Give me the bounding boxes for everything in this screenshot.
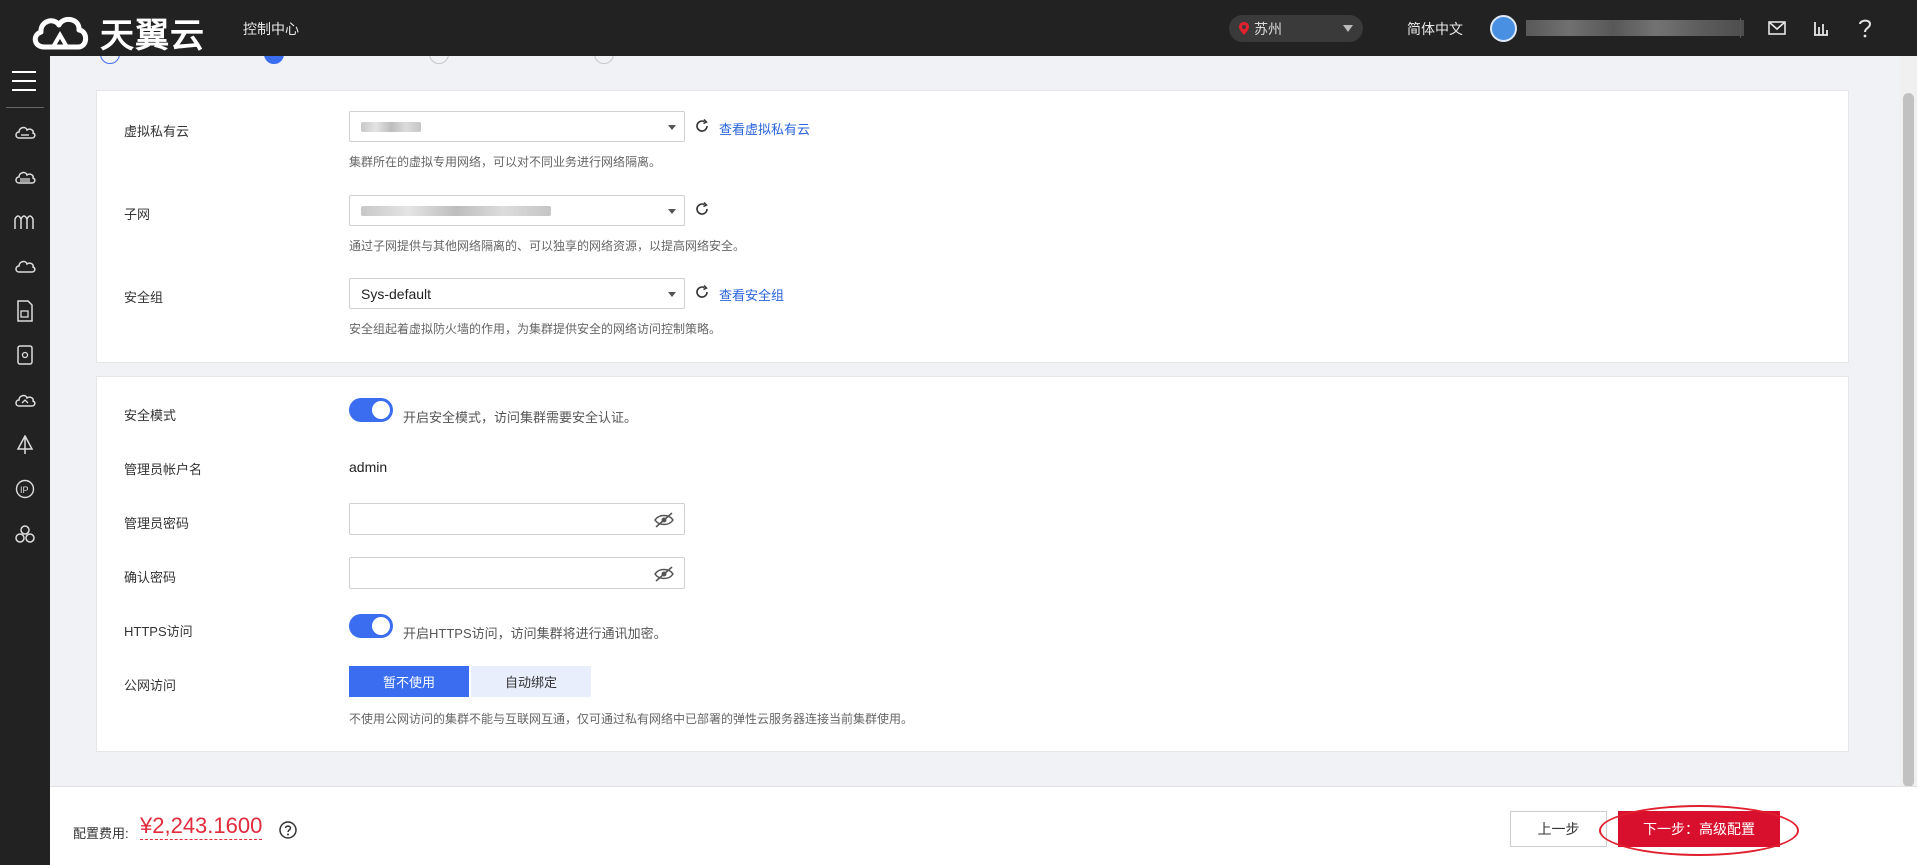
- public-access-label: 公网访问: [124, 678, 177, 693]
- config-fee-value[interactable]: ¥2,243.1600: [140, 813, 263, 840]
- main-content: 虚拟私有云 查看虚拟私有云 集群所在的虚拟专用网络，可以对不同业务进行网络隔离。…: [50, 56, 1900, 786]
- highlight-annotation: [1599, 805, 1799, 856]
- chevron-down-icon: [668, 125, 676, 130]
- vpc-label: 虚拟私有云: [124, 124, 190, 139]
- step-2-indicator: [264, 56, 284, 64]
- help-question-icon[interactable]: [1854, 17, 1876, 39]
- divider: [1740, 18, 1741, 38]
- previous-step-button[interactable]: 上一步: [1510, 811, 1607, 847]
- confirm-password-input[interactable]: [349, 557, 685, 589]
- https-access-label: HTTPS访问: [124, 624, 193, 639]
- cloud-logo-icon: [32, 16, 89, 49]
- hamburger-menu-icon[interactable]: [12, 71, 36, 91]
- refresh-icon[interactable]: [695, 119, 709, 133]
- cloud-icon[interactable]: [13, 254, 37, 278]
- confirm-password-label: 确认密码: [124, 570, 177, 585]
- refresh-icon[interactable]: [695, 202, 709, 216]
- mail-icon[interactable]: [1766, 17, 1788, 39]
- admin-account-label: 管理员帐户名: [124, 462, 203, 477]
- bar-chart-icon[interactable]: [1810, 17, 1832, 39]
- eye-hidden-icon[interactable]: [654, 566, 674, 582]
- help-circle-icon[interactable]: [279, 821, 297, 839]
- view-security-group-link[interactable]: 查看安全组: [719, 285, 784, 304]
- security-group-value: Sys-default: [361, 285, 432, 302]
- security-mode-toggle[interactable]: [349, 398, 393, 422]
- console-link[interactable]: 控制中心: [243, 19, 299, 39]
- security-mode-text: 开启安全模式，访问集群需要安全认证。: [403, 410, 638, 425]
- network-bridge-icon[interactable]: [13, 210, 37, 234]
- chevron-down-icon: [668, 209, 676, 214]
- security-group-label: 安全组: [124, 290, 164, 305]
- security-config-card: 安全模式 开启安全模式，访问集群需要安全认证。 管理员帐户名 admin 管理员…: [96, 376, 1849, 752]
- cloud-server-icon[interactable]: [13, 120, 37, 144]
- admin-password-input[interactable]: [349, 503, 685, 535]
- network-config-card: 虚拟私有云 查看虚拟私有云 集群所在的虚拟专用网络，可以对不同业务进行网络隔离。…: [96, 90, 1849, 363]
- sidebar-separator: [6, 107, 44, 108]
- username-redacted[interactable]: [1526, 20, 1744, 36]
- database-icon[interactable]: [13, 343, 37, 367]
- security-group-select[interactable]: Sys-default: [349, 278, 685, 309]
- svg-text:IP: IP: [20, 485, 29, 495]
- security-group-hint: 安全组起着虚拟防火墙的作用，为集群提供安全的网络访问控制策略。: [349, 322, 722, 336]
- cloud-monitor-icon[interactable]: [13, 388, 37, 412]
- public-access-hint: 不使用公网访问的集群不能与互联网互通，仅可通过私有网络中已部署的弹性云服务器连接…: [349, 712, 914, 726]
- subnet-hint: 通过子网提供与其他网络隔离的、可以独享的网络资源，以提高网络安全。: [349, 239, 746, 253]
- top-navigation-bar: 天翼云 控制中心 苏州 简体中文: [0, 0, 1917, 56]
- subnet-select[interactable]: [349, 195, 685, 226]
- brand-logo[interactable]: 天翼云: [30, 8, 205, 57]
- vpc-value-redacted: [361, 121, 421, 132]
- view-vpc-link[interactable]: 查看虚拟私有云: [719, 119, 810, 138]
- sail-icon[interactable]: [13, 433, 37, 457]
- step-indicator: [50, 56, 1900, 64]
- subnet-value-redacted: [361, 205, 551, 216]
- region-selector[interactable]: 苏州: [1229, 15, 1363, 42]
- chevron-down-icon: [1343, 25, 1353, 32]
- https-access-toggle[interactable]: [349, 614, 393, 638]
- refresh-icon[interactable]: [695, 285, 709, 299]
- admin-account-value: admin: [349, 459, 388, 475]
- chevron-down-icon: [668, 292, 676, 297]
- step-3-indicator: [429, 56, 449, 64]
- language-selector[interactable]: 简体中文: [1407, 19, 1463, 39]
- https-access-text: 开启HTTPS访问，访问集群将进行通讯加密。: [403, 626, 667, 641]
- step-1-indicator: [100, 56, 120, 64]
- eye-hidden-icon[interactable]: [654, 512, 674, 528]
- user-avatar[interactable]: [1490, 15, 1517, 42]
- location-pin-icon: [1239, 22, 1249, 35]
- left-sidebar: IP: [0, 56, 50, 865]
- ip-address-icon[interactable]: IP: [13, 477, 37, 501]
- cluster-icon[interactable]: [13, 522, 37, 546]
- step-4-indicator: [594, 56, 614, 64]
- vpc-hint: 集群所在的虚拟专用网络，可以对不同业务进行网络隔离。: [349, 155, 662, 169]
- subnet-label: 子网: [124, 207, 151, 222]
- vpc-select[interactable]: [349, 111, 685, 142]
- document-icon[interactable]: [13, 299, 37, 323]
- bottom-action-bar: 配置费用: ¥2,243.1600 上一步 下一步：高级配置: [50, 786, 1917, 865]
- brand-name: 天翼云: [100, 16, 205, 56]
- config-fee-label: 配置费用:: [73, 826, 129, 841]
- cloud-storage-icon[interactable]: [13, 165, 37, 189]
- public-access-segmented-control: 暂不使用 自动绑定: [349, 666, 594, 697]
- public-access-option-auto-bind[interactable]: 自动绑定: [471, 666, 591, 697]
- public-access-option-disabled[interactable]: 暂不使用: [349, 666, 469, 697]
- region-value: 苏州: [1254, 20, 1282, 37]
- admin-password-label: 管理员密码: [124, 516, 190, 531]
- security-mode-label: 安全模式: [124, 408, 177, 423]
- page-scrollbar-thumb[interactable]: [1903, 93, 1914, 787]
